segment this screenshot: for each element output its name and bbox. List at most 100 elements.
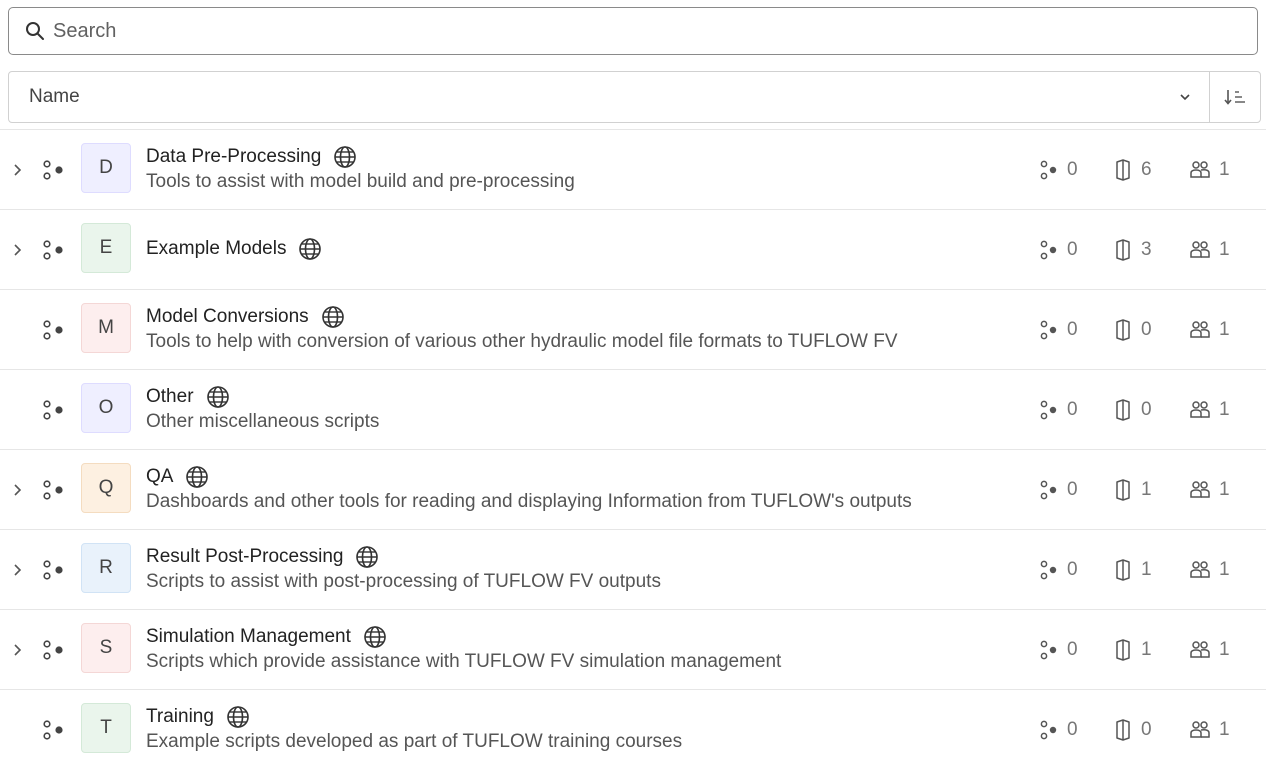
- group-title[interactable]: Other: [146, 386, 194, 408]
- group-type: [42, 640, 66, 665]
- group-text: Example Models: [146, 236, 1016, 262]
- group-row[interactable]: T Training Example scripts developed as pa…: [0, 689, 1266, 769]
- scripts-count-value: 1: [1141, 559, 1152, 580]
- search-box[interactable]: [8, 7, 1258, 55]
- group-title-row: Result Post-Processing: [146, 544, 1016, 570]
- globe-icon: [364, 626, 386, 648]
- search-input[interactable]: [51, 18, 1155, 44]
- projects-count-value: 0: [1067, 719, 1078, 740]
- group-row[interactable]: R Result Post-Processing Scripts to assist…: [0, 529, 1266, 609]
- group-avatar: E: [81, 223, 131, 273]
- group-row[interactable]: O Other Other miscellaneous scripts 0 0 1: [0, 369, 1266, 449]
- group-title[interactable]: Result Post-Processing: [146, 546, 343, 568]
- group-avatar: Q: [81, 463, 131, 513]
- group-icon: [43, 320, 63, 340]
- members-count: 1: [1189, 370, 1230, 450]
- globe-icon: [334, 146, 357, 168]
- projects-count: 0: [1039, 690, 1078, 770]
- group-avatar: O: [81, 383, 131, 433]
- group-description: Tools to help with conversion of various…: [146, 331, 898, 352]
- members-icon: [1190, 161, 1210, 178]
- group-title[interactable]: Model Conversions: [146, 306, 309, 328]
- search-icon: [26, 22, 44, 40]
- sort-ascending-icon: [1224, 90, 1245, 105]
- projects-count: 0: [1039, 290, 1078, 370]
- projects-icon: [1040, 320, 1057, 340]
- group-text: Other Other miscellaneous scripts: [146, 384, 1016, 434]
- members-icon: [1190, 241, 1210, 258]
- scripts-count-value: 6: [1141, 159, 1152, 180]
- sort-direction-button[interactable]: [1209, 72, 1260, 122]
- projects-icon: [1040, 640, 1057, 660]
- group-avatar: M: [81, 303, 131, 353]
- sort-bar: Name: [8, 71, 1261, 123]
- expand-button[interactable]: [12, 163, 24, 177]
- members-count: 1: [1189, 610, 1230, 690]
- scripts-count-value: 1: [1141, 639, 1152, 660]
- group-row[interactable]: E Example Models 0 3 1: [0, 209, 1266, 289]
- group-title[interactable]: Simulation Management: [146, 626, 351, 648]
- expand-chevron-icon: [14, 484, 22, 496]
- scripts-icon: [1116, 639, 1130, 661]
- group-title-row: Model Conversions: [146, 304, 1016, 330]
- members-count: 1: [1189, 210, 1230, 290]
- expand-button[interactable]: [12, 483, 24, 497]
- scripts-count: 1: [1113, 610, 1152, 690]
- expand-button[interactable]: [12, 243, 24, 257]
- group-title-row: QA: [146, 464, 1016, 490]
- group-icon: [43, 400, 63, 420]
- group-icon: [43, 480, 63, 500]
- members-count-value: 1: [1219, 399, 1230, 420]
- members-icon: [1190, 401, 1210, 418]
- group-title[interactable]: Training: [146, 706, 214, 728]
- members-count-value: 1: [1219, 479, 1230, 500]
- group-type: [42, 400, 66, 425]
- group-description: Tools to assist with model build and pre…: [146, 171, 575, 192]
- globe-icon: [356, 546, 379, 568]
- scripts-icon: [1116, 559, 1130, 581]
- scripts-count: 6: [1113, 130, 1152, 210]
- expand-chevron-icon: [14, 164, 22, 176]
- projects-icon: [1040, 400, 1057, 420]
- expand-button[interactable]: [12, 643, 24, 657]
- scripts-count: 0: [1113, 690, 1152, 770]
- members-count-value: 1: [1219, 719, 1230, 740]
- projects-count-value: 0: [1067, 159, 1078, 180]
- scripts-count: 0: [1113, 290, 1152, 370]
- scripts-count: 1: [1113, 530, 1152, 610]
- group-list: D Data Pre-Processing Tools to assist with…: [0, 129, 1266, 769]
- group-row[interactable]: S Simulation Management Scripts which prov…: [0, 609, 1266, 689]
- scripts-count-value: 3: [1141, 239, 1152, 260]
- group-icon: [43, 240, 63, 260]
- group-text: Result Post-Processing Scripts to assist …: [146, 544, 1016, 594]
- scripts-icon: [1116, 319, 1130, 341]
- members-icon: [1190, 721, 1210, 738]
- globe-icon: [227, 706, 249, 728]
- group-row[interactable]: D Data Pre-Processing Tools to assist with…: [0, 129, 1266, 209]
- projects-count: 0: [1039, 210, 1078, 290]
- group-description: Scripts which provide assistance with TU…: [146, 651, 782, 672]
- group-text: Model Conversions Tools to help with conv…: [146, 304, 1016, 354]
- scripts-count-value: 0: [1141, 399, 1152, 420]
- group-row[interactable]: M Model Conversions Tools to help with con…: [0, 289, 1266, 369]
- group-title[interactable]: QA: [146, 466, 173, 488]
- group-type: [42, 320, 66, 345]
- group-icon: [43, 160, 63, 180]
- sort-field-select[interactable]: Name: [9, 72, 1209, 122]
- group-title-row: Other: [146, 384, 1016, 410]
- globe-icon: [186, 466, 209, 488]
- group-type: [42, 240, 66, 265]
- members-icon: [1190, 481, 1210, 498]
- group-title[interactable]: Data Pre-Processing: [146, 146, 321, 168]
- scripts-count: 1: [1113, 450, 1152, 530]
- expand-button[interactable]: [12, 563, 24, 577]
- group-title[interactable]: Example Models: [146, 238, 286, 260]
- group-row[interactable]: Q QA Dashboards and other tools for readin…: [0, 449, 1266, 529]
- group-text: Data Pre-Processing Tools to assist with …: [146, 144, 1016, 194]
- projects-count: 0: [1039, 450, 1078, 530]
- group-avatar: T: [81, 703, 131, 753]
- scripts-count: 0: [1113, 370, 1152, 450]
- expand-chevron-icon: [14, 564, 22, 576]
- scripts-count-value: 0: [1141, 319, 1152, 340]
- group-type: [42, 160, 66, 185]
